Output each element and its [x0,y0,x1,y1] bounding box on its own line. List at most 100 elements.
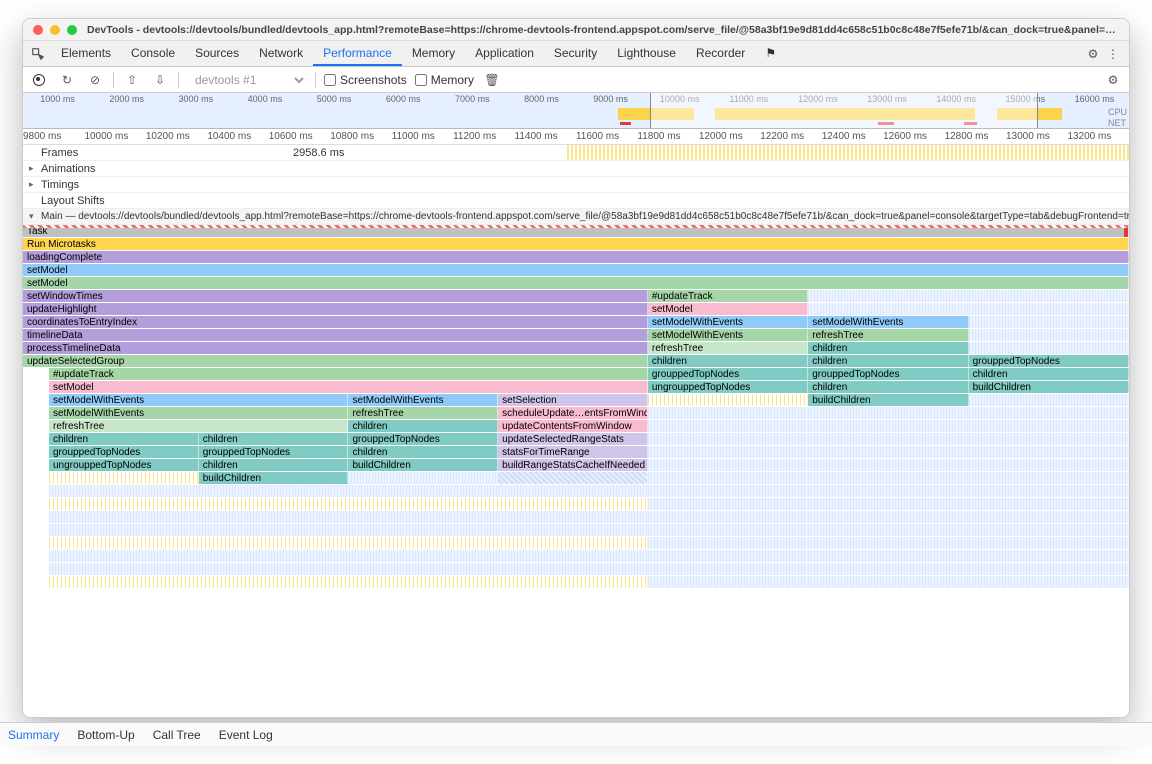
flame-entry[interactable] [49,485,648,497]
flame-entry[interactable]: Run Microtasks [23,238,1129,250]
flame-entry[interactable]: setSelection [498,394,648,406]
flame-entry[interactable] [648,550,808,562]
flame-entry[interactable]: setModelWithEvents [49,394,348,406]
upload-button[interactable]: ⇧ [122,70,142,90]
flame-entry[interactable]: setModelWithEvents [49,407,348,419]
flame-entry[interactable]: buildChildren [808,394,968,406]
tab-memory[interactable]: Memory [402,41,465,66]
flame-entry[interactable] [808,420,968,432]
tab-sources[interactable]: Sources [185,41,249,66]
more-icon[interactable]: ⋮ [1103,47,1123,61]
tab-console[interactable]: Console [121,41,185,66]
track-layout-shifts[interactable]: Layout Shifts [23,193,1129,209]
flame-entry[interactable]: children [648,355,808,367]
flame-entry[interactable] [808,524,968,536]
minimize-icon[interactable] [50,25,60,35]
tab-recorder[interactable]: Recorder [686,41,755,66]
flame-entry[interactable]: updateSelectedGroup [23,355,648,367]
flame-entry[interactable] [648,563,808,575]
flame-entry[interactable]: coordinatesToEntryIndex [23,316,648,328]
flame-entry[interactable] [49,472,199,484]
flame-entry[interactable] [969,498,1129,510]
flame-entry[interactable] [969,524,1129,536]
flame-entry[interactable] [49,511,648,523]
flame-entry[interactable]: #updateTrack [49,368,648,380]
flame-entry[interactable] [49,498,648,510]
flame-entry[interactable]: refreshTree [348,407,498,419]
flame-entry[interactable]: grouppedTopNodes [808,368,968,380]
flame-entry[interactable]: #updateTrack [648,290,808,302]
flame-chart[interactable]: TaskRun MicrotasksloadingCompletesetMode… [23,225,1129,695]
context-select[interactable]: devtools #1 [187,70,307,90]
reload-record-button[interactable]: ↻ [57,70,77,90]
tab-lighthouse[interactable]: Lighthouse [607,41,686,66]
flame-entry[interactable] [648,576,808,588]
flame-entry[interactable]: Task [23,225,1129,237]
flame-entry[interactable] [969,290,1129,302]
flame-entry[interactable] [969,407,1129,419]
flame-entry[interactable]: setModel [23,264,1129,276]
flame-entry[interactable]: setModelWithEvents [648,316,808,328]
flame-entry[interactable] [648,394,808,406]
flame-entry[interactable]: buildChildren [348,459,498,471]
flame-entry[interactable]: scheduleUpdate…entsFromWindow [498,407,648,419]
flame-entry[interactable]: loadingComplete [23,251,1129,263]
flame-entry[interactable] [969,563,1129,575]
flame-entry[interactable] [808,537,968,549]
flame-entry[interactable] [648,446,808,458]
flame-entry[interactable] [648,498,808,510]
flame-entry[interactable] [808,472,968,484]
flame-entry[interactable]: setModel [648,303,808,315]
flame-entry[interactable] [808,446,968,458]
flame-entry[interactable] [49,563,648,575]
flame-entry[interactable] [969,394,1129,406]
tab-security[interactable]: Security [544,41,607,66]
flame-entry[interactable]: grouppedTopNodes [648,368,808,380]
flame-entry[interactable] [969,459,1129,471]
track-main[interactable]: ▾Main — devtools://devtools/bundled/devt… [23,209,1129,225]
flame-entry[interactable] [648,420,808,432]
flame-entry[interactable]: grouppedTopNodes [348,433,498,445]
flame-entry[interactable] [49,576,648,588]
flame-entry[interactable] [808,433,968,445]
flame-entry[interactable] [969,342,1129,354]
flame-entry[interactable] [969,576,1129,588]
flame-entry[interactable] [648,537,808,549]
flame-entry[interactable]: updateContentsFromWindow [498,420,648,432]
flame-entry[interactable] [969,511,1129,523]
flame-entry[interactable] [808,498,968,510]
flame-entry[interactable] [808,485,968,497]
flame-entry[interactable]: buildChildren [199,472,349,484]
track-timings[interactable]: ▸Timings [23,177,1129,193]
flame-entry[interactable]: children [808,355,968,367]
flame-entry[interactable]: children [808,342,968,354]
flame-entry[interactable] [808,459,968,471]
flame-entry[interactable]: grouppedTopNodes [49,446,199,458]
flame-entry[interactable]: children [199,433,349,445]
timeline-ruler[interactable]: 9800 ms10000 ms10200 ms10400 ms10600 ms1… [23,129,1129,145]
flame-entry[interactable]: timelineData [23,329,648,341]
track-animations[interactable]: ▸Animations [23,161,1129,177]
flame-entry[interactable]: setModel [23,277,1129,289]
flame-entry[interactable] [969,537,1129,549]
flame-entry[interactable] [648,524,808,536]
flame-entry[interactable]: children [199,459,349,471]
flame-entry[interactable] [348,472,498,484]
flame-entry[interactable]: children [348,420,498,432]
tab-application[interactable]: Application [465,41,544,66]
memory-checkbox[interactable]: Memory [415,73,474,87]
flame-entry[interactable]: setWindowTimes [23,290,648,302]
flame-entry[interactable]: ungrouppedTopNodes [49,459,199,471]
clear-button[interactable]: ⊘ [85,70,105,90]
tab-network[interactable]: Network [249,41,313,66]
flame-entry[interactable] [969,485,1129,497]
flame-entry[interactable]: children [808,381,968,393]
flame-entry[interactable]: children [49,433,199,445]
flame-entry[interactable]: processTimelineData [23,342,648,354]
flame-entry[interactable] [969,420,1129,432]
capture-settings-icon[interactable]: ⚙ [1103,73,1123,87]
zoom-icon[interactable] [67,25,77,35]
flame-entry[interactable] [49,550,648,562]
record-button[interactable] [29,70,49,90]
flame-entry[interactable] [648,472,808,484]
